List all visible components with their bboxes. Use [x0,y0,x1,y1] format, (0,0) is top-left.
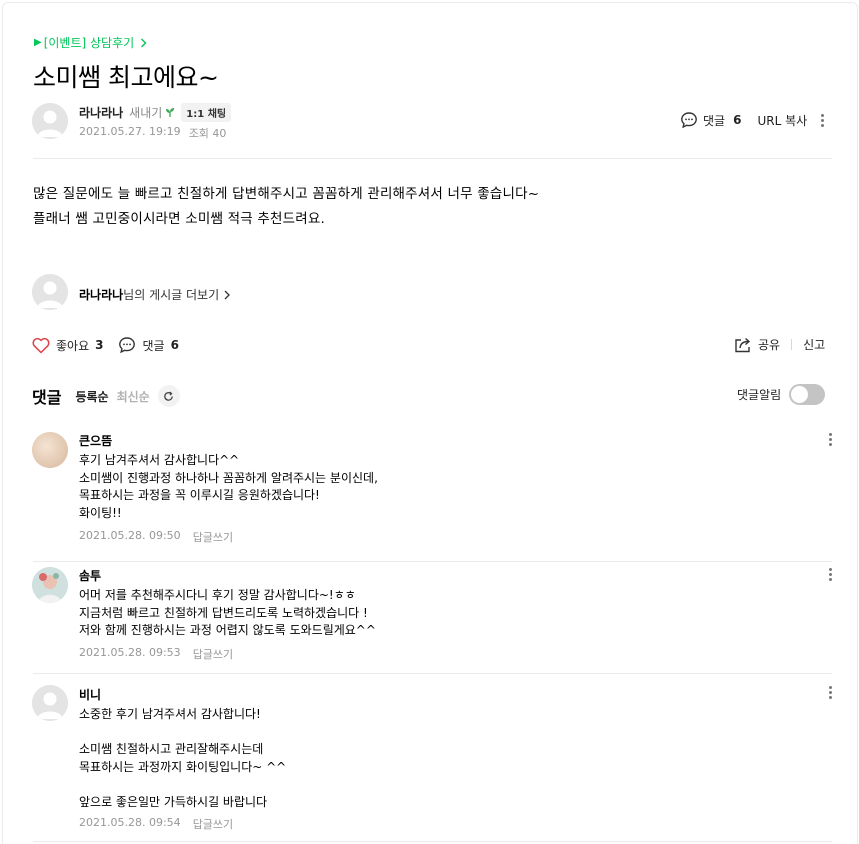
comment-avatar[interactable] [32,685,68,721]
share-button[interactable]: 공유 [734,336,780,353]
post-body: 많은 질문에도 늘 빠르고 친절하게 답변해주시고 꼼꼼하게 관리해주셔서 너무… [33,186,540,227]
share-icon [734,336,752,353]
like-count: 3 [95,338,104,352]
header-comment-count: 6 [733,113,742,127]
comment-text: 어머 저를 추천해주시다니 후기 정말 감사합니다~!ㅎㅎ 지금처럼 빠르고 친… [79,588,376,637]
reply-button[interactable]: 답글쓰기 [193,646,233,662]
comments-section-title: 댓글 [32,388,62,407]
triangle-icon: ▶ [34,37,42,48]
heart-icon [32,337,50,354]
comment-bubble-icon [680,111,698,129]
comment-text: 소중한 후기 남겨주셔서 감사합니다! 소미쌤 친절하시고 관리잘해주시는데 목… [79,707,287,809]
comment-divider [33,841,832,842]
author-grade: 새내기 [129,106,163,120]
comment-date: 2021.05.28. 09:53 [79,646,181,659]
like-button[interactable]: 좋아요 3 [32,337,103,354]
comment-author[interactable]: 큰으뜸 [79,432,112,449]
author-avatar[interactable] [32,103,68,139]
header-actions: 댓글 6 URL 복사 [680,111,827,129]
comment-more-icon[interactable] [825,568,835,581]
header-divider [33,158,832,159]
more-posts-suffix: 님의 게시글 더보기 [123,288,220,302]
comment-date: 2021.05.28. 09:50 [79,529,181,542]
comment-author[interactable]: 솜투 [79,567,101,584]
like-label: 좋아요 [56,338,90,353]
category-link[interactable]: ▶ [이벤트] 상담후기 [34,34,147,51]
header-comment-button[interactable]: 댓글 6 [680,111,741,129]
category-label: [이벤트] 상담후기 [43,36,135,50]
comment-divider [33,673,832,674]
chevron-right-icon [140,38,147,48]
comment-date: 2021.05.28. 09:54 [79,816,181,829]
reply-button[interactable]: 답글쓰기 [193,529,233,545]
share-label: 공유 [758,338,781,352]
comment-count-button[interactable]: 댓글 6 [118,336,179,354]
comment-label: 댓글 [142,338,165,353]
author-name[interactable]: 라나라나 [79,104,123,121]
sprout-icon [165,107,175,118]
chat-badge-button[interactable]: 1:1 채팅 [181,103,232,122]
post-date: 2021.05.27. 19:19 [79,125,181,138]
comment-more-icon[interactable] [825,686,835,699]
comment-avatar[interactable] [32,567,68,603]
report-button[interactable]: 신고 [803,336,825,353]
more-posts-avatar[interactable] [32,274,68,310]
comment-alarm-toggle[interactable] [789,384,826,405]
sort-registered-button[interactable]: 등록순 [75,388,108,405]
comment-bubble-icon [118,336,136,354]
reply-button[interactable]: 답글쓰기 [193,816,233,832]
more-posts-link[interactable]: 라나라나 님의 게시글 더보기 [79,286,231,303]
view-count: 조회 40 [188,127,227,140]
header-comment-label: 댓글 [703,113,726,128]
comment-avatar[interactable] [32,432,68,468]
comment-alarm-label: 댓글알림 [737,388,782,402]
comment-more-icon[interactable] [825,433,835,446]
comment-divider [33,561,832,562]
sort-latest-button[interactable]: 최신순 [117,388,150,405]
comment-text: 후기 남겨주셔서 감사합니다^^ 소미쌤이 진행과정 하나하나 꼼꼼하게 알려주… [79,453,378,520]
url-copy-button[interactable]: URL 복사 [757,112,807,129]
page-title: 소미쌤 최고에요~ [33,63,219,92]
more-options-icon[interactable] [817,113,827,127]
comment-author[interactable]: 비니 [79,686,101,703]
chevron-right-icon [224,290,231,300]
action-divider [791,339,793,350]
refresh-icon[interactable] [157,385,180,407]
more-posts-author: 라나라나 [79,288,124,302]
comment-count: 6 [170,338,179,352]
